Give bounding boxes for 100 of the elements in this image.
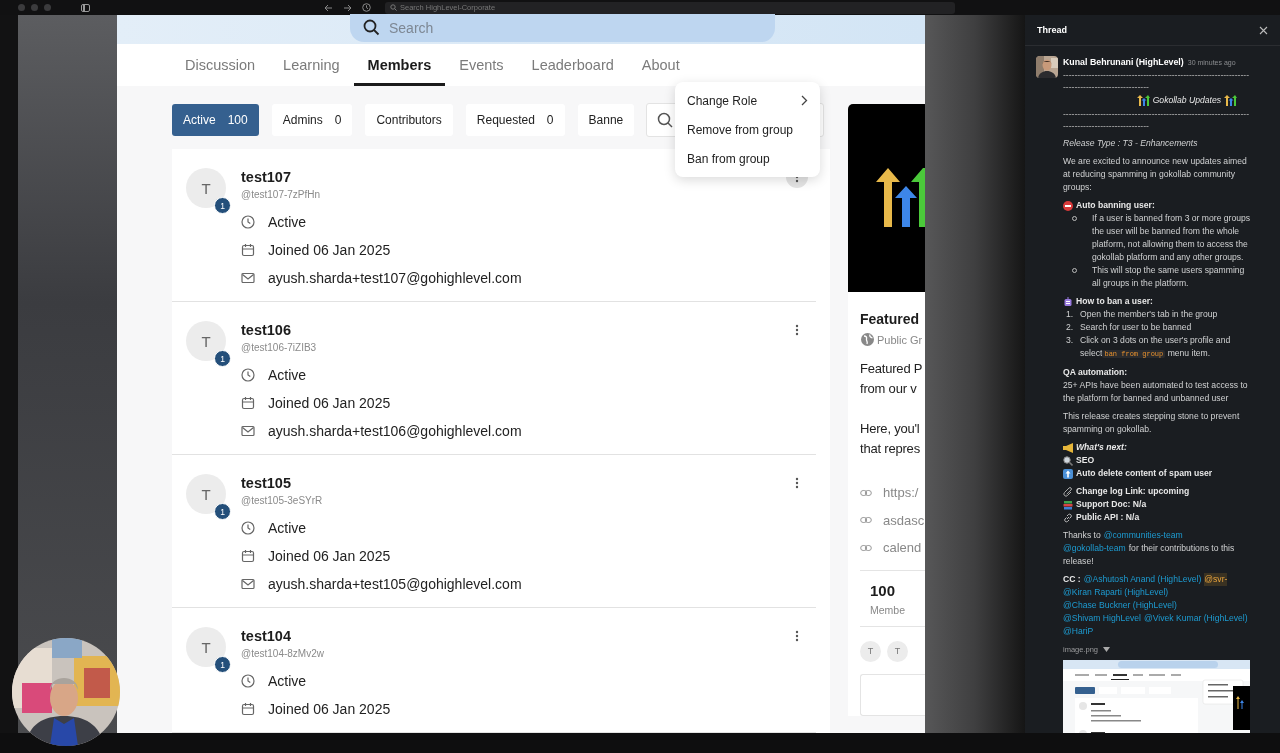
close-icon[interactable] — [1259, 25, 1268, 35]
clock-icon — [241, 521, 255, 535]
join-date: Joined 06 Jan 2025 — [268, 701, 391, 717]
list-item-text: If a user is banned from 3 or more groups the user will be banned from the whole platform, not allowing them to access the gokollab platform and any other groups. — [1092, 212, 1251, 264]
member-status: Active — [268, 520, 307, 536]
count-badge: 1 — [214, 197, 231, 214]
emoji-line-text: What's next: — [1076, 441, 1127, 454]
link-icon — [860, 516, 872, 525]
group-link[interactable]: https:/ — [883, 485, 919, 501]
history-icon[interactable] — [362, 3, 371, 12]
avatar: T — [860, 640, 881, 662]
clock-icon — [241, 215, 255, 229]
mail-icon — [241, 424, 255, 438]
more-vertical-icon — [795, 477, 799, 489]
tab[interactable]: About — [627, 43, 694, 86]
mention-link[interactable]: @Kiran Raparti (HighLevel) — [1063, 586, 1169, 599]
filter-chip[interactable]: Active 100 — [172, 104, 259, 136]
join-date: Joined 06 Jan 2025 — [268, 242, 391, 258]
clock-icon — [241, 368, 255, 382]
emoji-line-text: Support Doc: N/a — [1076, 498, 1147, 511]
screenshot-thumbnail-drawing[interactable] — [1063, 660, 1250, 733]
filter-chip[interactable]: Admins 0 — [271, 104, 353, 136]
clock-icon — [241, 674, 255, 688]
mention-link[interactable]: @gokollab-team — [1063, 542, 1126, 555]
back-icon[interactable] — [324, 3, 333, 12]
mention-link[interactable]: @Shivam HighLevel — [1063, 612, 1141, 625]
member-name[interactable]: test104 — [241, 627, 786, 645]
mention-link[interactable]: @Chase Buckner (HighLevel) — [1063, 599, 1177, 612]
caret-icon[interactable] — [1103, 647, 1111, 652]
sidebar-icon[interactable] — [81, 3, 90, 12]
message-paragraph: CC : @Ashutosh Anand (HighLevel) @svr- @Kiran Raparti (HighLevel) @Chase Buckner (HighLevel) @Shivam HighLevel @Vivek Kumar (HighLevel) @HariP — [1063, 573, 1249, 638]
group-link[interactable]: asdasc — [883, 512, 925, 528]
join-date: Joined 06 Jan 2025 — [268, 395, 391, 411]
avatar: T — [887, 640, 908, 662]
member-name[interactable]: test105 — [241, 474, 786, 492]
mention-link[interactable]: @Vivek Kumar (HighLevel) — [1144, 612, 1248, 625]
search-icon — [390, 4, 397, 11]
menu-item[interactable]: Change Role — [675, 86, 820, 115]
arrows-logo-icon — [1136, 95, 1150, 106]
message-paragraph: This release creates stepping stone to prevent spamming on gokollab. — [1063, 410, 1241, 436]
member-name[interactable]: test106 — [241, 321, 786, 339]
group-link[interactable]: calend — [883, 540, 922, 556]
tab[interactable]: Discussion — [171, 43, 270, 86]
no-entry-icon — [1063, 200, 1073, 211]
list-number: 1. — [1066, 308, 1075, 321]
calendar-icon — [241, 702, 255, 716]
menu-item-label: Ban from group — [687, 151, 770, 166]
filter-chip[interactable]: Contributors — [365, 104, 453, 136]
filter-chip[interactable]: Requested 0 — [465, 104, 565, 136]
mention-link[interactable]: @Ashutosh Anand (HighLevel) — [1083, 573, 1202, 586]
member-handle: @test106-7iZIB3 — [241, 341, 318, 355]
menu-item[interactable]: Ban from group — [675, 144, 820, 173]
calendar-icon — [241, 549, 255, 563]
author-name[interactable]: Kunal Behrunani (HighLevel) — [1063, 56, 1184, 69]
member-handle: @test107-7zPfHn — [241, 188, 322, 202]
more-vertical-icon — [795, 630, 799, 642]
menu-item-label: Change Role — [687, 93, 758, 108]
menu-item-label: Remove from group — [687, 122, 794, 137]
mention-link[interactable]: @HariP — [1063, 625, 1094, 638]
release-type-text: Release Type : T3 - Enhancements — [1063, 137, 1199, 150]
tab[interactable]: Learning — [269, 43, 354, 86]
member-count: 100 — [870, 580, 897, 601]
description-line: that repres — [860, 440, 921, 458]
count-badge: 1 — [214, 656, 231, 673]
emoji-line-text: Public API : N/a — [1076, 511, 1140, 524]
member-handle: @test104-8zMv2w — [241, 647, 325, 661]
search-field[interactable]: Search — [350, 14, 775, 42]
more-vertical-icon — [795, 324, 799, 336]
join-date: Joined 06 Jan 2025 — [268, 548, 391, 564]
tab[interactable]: Leaderboard — [517, 43, 628, 86]
description-line: from our v — [860, 380, 918, 398]
mail-icon — [241, 577, 255, 591]
robot-icon — [1063, 296, 1073, 307]
mention-link[interactable]: @communities-team — [1103, 529, 1183, 542]
member-status: Active — [268, 214, 307, 230]
tab[interactable]: Members — [353, 43, 446, 86]
emoji-line-text: SEO — [1076, 454, 1095, 467]
menu-item[interactable]: Remove from group — [675, 115, 820, 144]
section-title: QA automation: — [1063, 366, 1129, 379]
message-paragraph: Thanks to @communities-team @gokollab-team for their contributions to this release! — [1063, 529, 1236, 568]
list-number: 3. — [1066, 334, 1075, 347]
mention-link[interactable]: @svr- — [1204, 573, 1228, 586]
magnifier-icon — [1063, 455, 1073, 466]
group-visibility: Public Gr — [877, 333, 923, 346]
up-arrow-icon — [1063, 468, 1073, 479]
member-email: ayush.sharda+test106@gohighlevel.com — [268, 423, 522, 439]
list-item-text: This will stop the same users spamming all groups in the platform. — [1092, 264, 1246, 290]
description-line: Featured P — [860, 360, 924, 378]
tab[interactable]: Events — [445, 43, 518, 86]
member-status: Active — [268, 367, 307, 383]
member-status: Active — [268, 673, 307, 689]
filter-chip[interactable]: Banne — [577, 104, 635, 136]
group-title: Featured — [860, 310, 921, 329]
link-icon — [1063, 512, 1073, 523]
globe-icon — [860, 332, 875, 347]
member-handle: @test105-3eSYrR — [241, 494, 324, 508]
books-icon — [1063, 499, 1073, 510]
arrows-logo-icon — [1224, 95, 1237, 106]
forward-icon[interactable] — [343, 3, 352, 12]
link-icon — [860, 488, 872, 497]
